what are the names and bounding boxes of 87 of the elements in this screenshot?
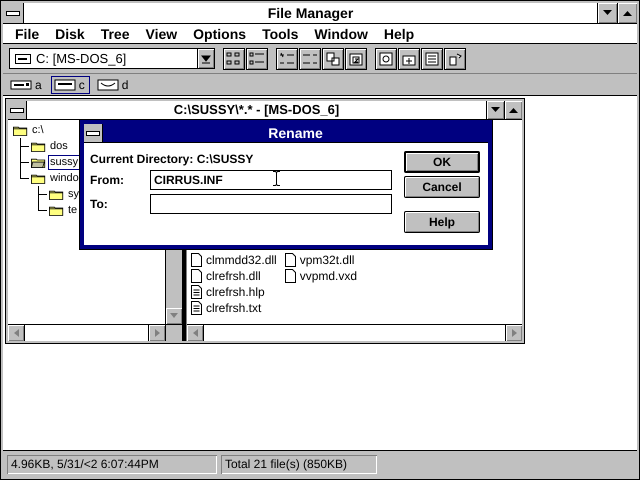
scroll-left-button[interactable]	[8, 325, 24, 341]
left-arrow-icon	[13, 329, 19, 337]
sort-name-icon	[279, 50, 295, 66]
folder-label[interactable]: te	[66, 202, 80, 218]
list-icon	[424, 50, 440, 66]
toolbar-button[interactable]	[444, 48, 466, 70]
tools-icon	[447, 50, 463, 66]
folder-label[interactable]: sy	[66, 186, 81, 202]
control-menu-button[interactable]	[8, 101, 27, 119]
details-icon	[249, 50, 265, 66]
hard-drive-icon	[15, 54, 31, 64]
menu-item[interactable]: Tree	[92, 24, 138, 42]
dialog-button[interactable]: Cancel	[404, 176, 480, 198]
listing-entry[interactable]: vpm32t.dll	[284, 252, 358, 268]
folder-label[interactable]: windo	[48, 170, 81, 186]
drive-button[interactable]: c	[50, 76, 90, 94]
menu-item[interactable]: Options	[185, 24, 254, 42]
window-title: File Manager	[266, 4, 354, 23]
minimize-button[interactable]	[486, 101, 504, 119]
menu-item[interactable]: View	[138, 24, 186, 42]
drive-button[interactable]: d	[94, 76, 134, 94]
dialog-title: Rename	[267, 124, 324, 142]
toolbar-button[interactable]	[223, 48, 245, 70]
status-panel: 4.96KB, 5/31/<2 6:07:44PM	[7, 454, 217, 474]
listing-entry[interactable]: clrefrsh.dll	[191, 268, 277, 284]
dialog-button[interactable]: Help	[404, 211, 480, 233]
maximize-button[interactable]	[504, 101, 522, 119]
folder-label[interactable]: dos	[48, 138, 70, 154]
current-directory-label: Current Directory: C:\SUSSY	[90, 152, 254, 166]
scroll-left-button[interactable]	[187, 325, 203, 341]
minimize-button[interactable]	[597, 3, 617, 23]
field-label: To:	[90, 197, 109, 211]
down-arrow-icon	[170, 313, 178, 319]
down-arrow-icon	[603, 10, 612, 16]
right-arrow-icon	[511, 329, 517, 337]
scroll-down-button[interactable]	[166, 308, 182, 324]
toolbar-button[interactable]	[299, 48, 321, 70]
file-icon	[284, 253, 296, 267]
drive-button[interactable]: a	[7, 76, 47, 94]
toolbar-button[interactable]	[345, 48, 367, 70]
menu-item[interactable]: Window	[306, 24, 376, 42]
control-menu-button[interactable]	[84, 124, 103, 142]
left-arrow-icon	[192, 329, 198, 337]
scroll-right-button[interactable]	[506, 325, 522, 341]
status-panel: Total 21 file(s) (850KB)	[221, 454, 377, 474]
scroll-right-button[interactable]	[149, 325, 165, 341]
toolbar-button[interactable]	[246, 48, 268, 70]
menu-item[interactable]: Tools	[254, 24, 306, 42]
up-arrow-icon	[509, 107, 518, 113]
menu-item[interactable]: File	[7, 24, 48, 42]
drive-icon	[10, 78, 32, 92]
folder-label[interactable]: c:\	[30, 122, 46, 138]
listing-entry[interactable]: clrefrsh.hlp	[191, 284, 277, 300]
maximize-button[interactable]	[617, 3, 637, 23]
text-cursor-icon	[273, 171, 280, 186]
right-arrow-icon	[154, 329, 160, 337]
listing-entry[interactable]: clmmdd32.dll	[191, 252, 277, 268]
toolbar-button[interactable]	[398, 48, 420, 70]
listing-entry[interactable]: clrefrsh.txt	[191, 300, 277, 316]
input-field[interactable]	[150, 194, 392, 214]
drive-dropdown[interactable]: C: [MS-DOS_6]	[9, 48, 215, 69]
down-arrow-icon	[201, 53, 211, 64]
listing-entry[interactable]: vvpmd.vxd	[284, 268, 358, 284]
menu-item[interactable]: Help	[376, 24, 422, 42]
copy-icon	[325, 50, 341, 66]
document-icon	[191, 285, 202, 299]
up-arrow-icon	[623, 10, 632, 16]
file-icon	[191, 253, 202, 267]
file-icon	[191, 269, 202, 283]
toolbar-button[interactable]	[375, 48, 397, 70]
directory-window-title: C:\SUSSY\*.* - [MS-DOS_6]	[172, 101, 340, 119]
toolbar-button[interactable]	[322, 48, 344, 70]
control-menu-button[interactable]	[3, 3, 24, 23]
input-field[interactable]: CIRRUS.INF	[150, 170, 392, 190]
field-label: From:	[90, 173, 125, 187]
file-icon	[284, 269, 296, 283]
drive-icon	[54, 78, 76, 92]
drive-icon	[96, 78, 119, 92]
tree-line	[19, 138, 29, 154]
toolbar-button[interactable]	[276, 48, 298, 70]
document-icon	[191, 301, 202, 315]
large-icons-icon	[226, 50, 242, 66]
dialog-button[interactable]: OK	[404, 151, 480, 173]
menu-item[interactable]: Disk	[47, 24, 93, 42]
down-arrow-icon	[491, 107, 500, 113]
archive-icon	[348, 50, 364, 66]
toolbar-button[interactable]	[421, 48, 443, 70]
